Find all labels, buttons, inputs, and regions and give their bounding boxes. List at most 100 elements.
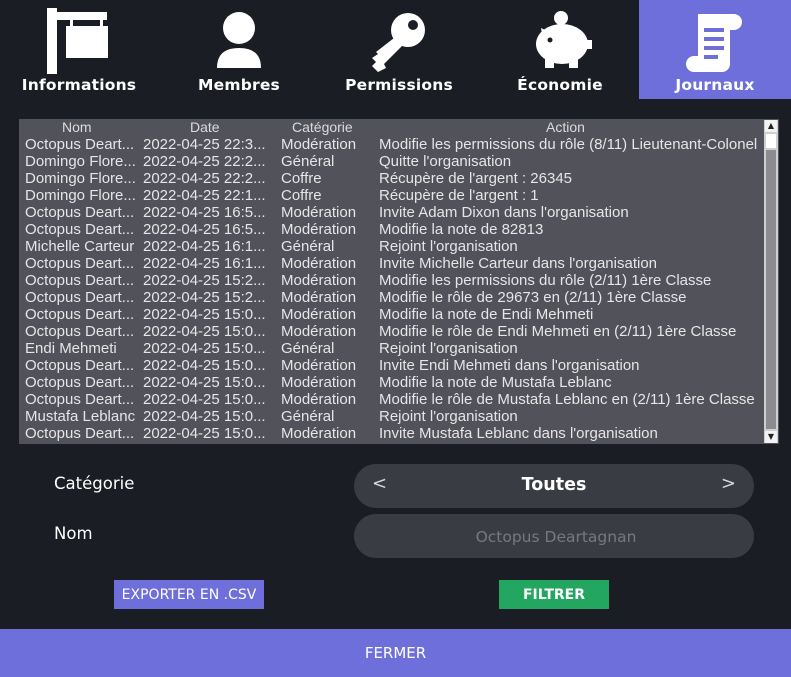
export-csv-button[interactable]: EXPORTER EN .CSV (114, 580, 264, 609)
filter-button[interactable]: FILTRER (499, 580, 609, 609)
log-cell-action: Invite Mustafa Leblanc dans l'organisati… (379, 425, 658, 442)
column-header-categorie[interactable]: Catégorie (292, 119, 353, 135)
log-list[interactable]: Nom Date Catégorie Action Octopus Deart.… (19, 119, 779, 444)
log-cell-date: 2022-04-25 15:2... (143, 272, 266, 289)
log-cell-categorie: Modération (281, 221, 357, 238)
log-row[interactable]: Octopus Deart... 2022-04-25 16:1... Modéra… (19, 255, 764, 272)
log-row[interactable]: Octopus Deart... 2022-04-25 15:2... Modéra… (19, 289, 764, 306)
tab-journaux[interactable]: Journaux (639, 0, 791, 99)
log-header: Nom Date Catégorie Action (19, 119, 764, 136)
column-header-action[interactable]: Action (546, 119, 585, 135)
tab-bar: Informations Membres Permissions Économi… (0, 0, 791, 99)
log-row[interactable]: Octopus Deart... 2022-04-25 15:0... Modéra… (19, 357, 764, 374)
scroll-up-icon[interactable]: ▲ (765, 120, 777, 132)
log-row[interactable]: Domingo Flore... 2022-04-25 22:2... Coffre… (19, 170, 764, 187)
log-cell-nom: Domingo Flore... (25, 187, 136, 204)
log-cell-date: 2022-04-25 15:0... (143, 391, 266, 408)
log-cell-nom: Octopus Deart... (25, 221, 135, 238)
log-row[interactable]: Octopus Deart... 2022-04-25 15:0... Modéra… (19, 374, 764, 391)
log-cell-action: Invite Michelle Carteur dans l'organisat… (379, 255, 658, 272)
log-cell-categorie: Modération (281, 306, 357, 323)
log-cell-date: 2022-04-25 16:1... (143, 238, 266, 255)
log-row[interactable]: Domingo Flore... 2022-04-25 22:1... Coffre… (19, 187, 764, 204)
tab-label: Membres (198, 76, 280, 94)
tab-informations[interactable]: Informations (3, 0, 155, 99)
log-scrollbar[interactable]: ▲ ▼ (764, 120, 778, 443)
column-header-date[interactable]: Date (190, 119, 220, 135)
log-cell-date: 2022-04-25 15:0... (143, 357, 266, 374)
log-cell-date: 2022-04-25 22:2... (143, 153, 266, 170)
log-cell-nom: Mustafa Leblanc (25, 408, 136, 425)
log-cell-date: 2022-04-25 15:0... (143, 374, 266, 391)
log-cell-action: Invite Adam Dixon dans l'organisation (379, 204, 629, 221)
log-cell-categorie: Général (281, 340, 335, 357)
log-cell-action: Modifie le rôle de 29673 en (2/11) 1ère … (379, 289, 687, 306)
log-cell-nom: Octopus Deart... (25, 357, 135, 374)
log-cell-nom: Octopus Deart... (25, 425, 135, 442)
log-row[interactable]: Mustafa Leblanc 2022-04-25 15:0... Général… (19, 408, 764, 425)
scrollbar-thumb[interactable] (766, 134, 776, 148)
log-row[interactable]: Octopus Deart... 2022-04-25 15:0... Modéra… (19, 306, 764, 323)
log-cell-nom: Octopus Deart... (25, 323, 135, 340)
log-cell-nom: Domingo Flore... (25, 153, 136, 170)
log-cell-categorie: Modération (281, 255, 357, 272)
log-cell-categorie: Modération (281, 425, 357, 442)
categorie-value: Toutes (521, 475, 587, 495)
log-row[interactable]: Octopus Deart... 2022-04-25 16:5... Modéra… (19, 221, 764, 238)
log-cell-date: 2022-04-25 15:2... (143, 289, 266, 306)
log-cell-categorie: Général (281, 153, 335, 170)
log-cell-nom: Octopus Deart... (25, 255, 135, 272)
close-button[interactable]: FERMER (0, 629, 791, 677)
log-rows: Octopus Deart... 2022-04-25 22:3... Modéra… (19, 136, 764, 444)
scrollbar-track[interactable] (766, 150, 776, 429)
tab-economie[interactable]: Économie (484, 0, 636, 99)
log-row[interactable]: Octopus Deart... 2022-04-25 15:0... Modéra… (19, 391, 764, 408)
log-cell-nom: Octopus Deart... (25, 391, 135, 408)
log-cell-date: 2022-04-25 15:0... (143, 340, 266, 357)
log-cell-date: 2022-04-25 22:1... (143, 187, 266, 204)
tab-label: Permissions (345, 76, 453, 94)
log-cell-nom: Octopus Deart... (25, 204, 135, 221)
log-cell-date: 2022-04-25 15:0... (143, 425, 266, 442)
log-cell-date: 2022-04-25 16:5... (143, 221, 266, 238)
log-cell-date: 2022-04-25 16:5... (143, 204, 266, 221)
categorie-next-button[interactable]: > (721, 473, 736, 494)
log-cell-nom: Michelle Carteur (25, 238, 135, 255)
log-cell-nom: Octopus Deart... (25, 136, 135, 153)
log-row[interactable]: Domingo Flore... 2022-04-25 22:2... Généra… (19, 153, 764, 170)
tab-permissions[interactable]: Permissions (323, 0, 475, 99)
sign-icon (44, 6, 114, 76)
tab-label: Informations (21, 76, 137, 94)
log-row[interactable]: Octopus Deart... 2022-04-25 16:5... Modéra… (19, 204, 764, 221)
nom-input[interactable] (354, 514, 758, 560)
nom-field-container (354, 514, 758, 560)
log-row[interactable]: Endi Mehmeti 2022-04-25 15:0... Général Rej… (19, 340, 764, 357)
log-cell-categorie: Coffre (281, 170, 322, 187)
log-cell-date: 2022-04-25 22:2... (143, 170, 266, 187)
log-cell-categorie: Coffre (281, 187, 322, 204)
log-cell-date: 2022-04-25 15:0... (143, 408, 266, 425)
log-cell-action: Rejoint l'organisation (379, 408, 518, 425)
log-cell-action: Modifie les permissions du rôle (8/11) L… (379, 136, 758, 153)
log-cell-categorie: Modération (281, 272, 357, 289)
log-row[interactable]: Michelle Carteur 2022-04-25 16:1... Généra… (19, 238, 764, 255)
log-cell-action: Rejoint l'organisation (379, 340, 518, 357)
user-icon (204, 6, 274, 76)
log-row[interactable]: Octopus Deart... 2022-04-25 15:0... Modéra… (19, 425, 764, 442)
nom-label: Nom (54, 524, 93, 543)
scroll-down-icon[interactable]: ▼ (765, 431, 777, 443)
log-cell-nom: Octopus Deart... (25, 306, 135, 323)
scroll-icon (680, 6, 750, 76)
tab-membres[interactable]: Membres (163, 0, 315, 99)
log-cell-date: 2022-04-25 15:0... (143, 323, 266, 340)
log-cell-categorie: Modération (281, 136, 357, 153)
log-row[interactable]: Octopus Deart... 2022-04-25 22:3... Modéra… (19, 136, 764, 153)
log-cell-action: Modifie la note de Endi Mehmeti (379, 306, 594, 323)
log-cell-nom: Octopus Deart... (25, 272, 135, 289)
log-row[interactable]: Octopus Deart... 2022-04-25 15:0... Modéra… (19, 323, 764, 340)
column-header-nom[interactable]: Nom (62, 119, 92, 135)
log-cell-categorie: Modération (281, 204, 357, 221)
log-row[interactable]: Octopus Deart... 2022-04-25 15:2... Modéra… (19, 272, 764, 289)
log-cell-nom: Octopus Deart... (25, 374, 135, 391)
log-cell-action: Récupère de l'argent : 1 (379, 187, 539, 204)
